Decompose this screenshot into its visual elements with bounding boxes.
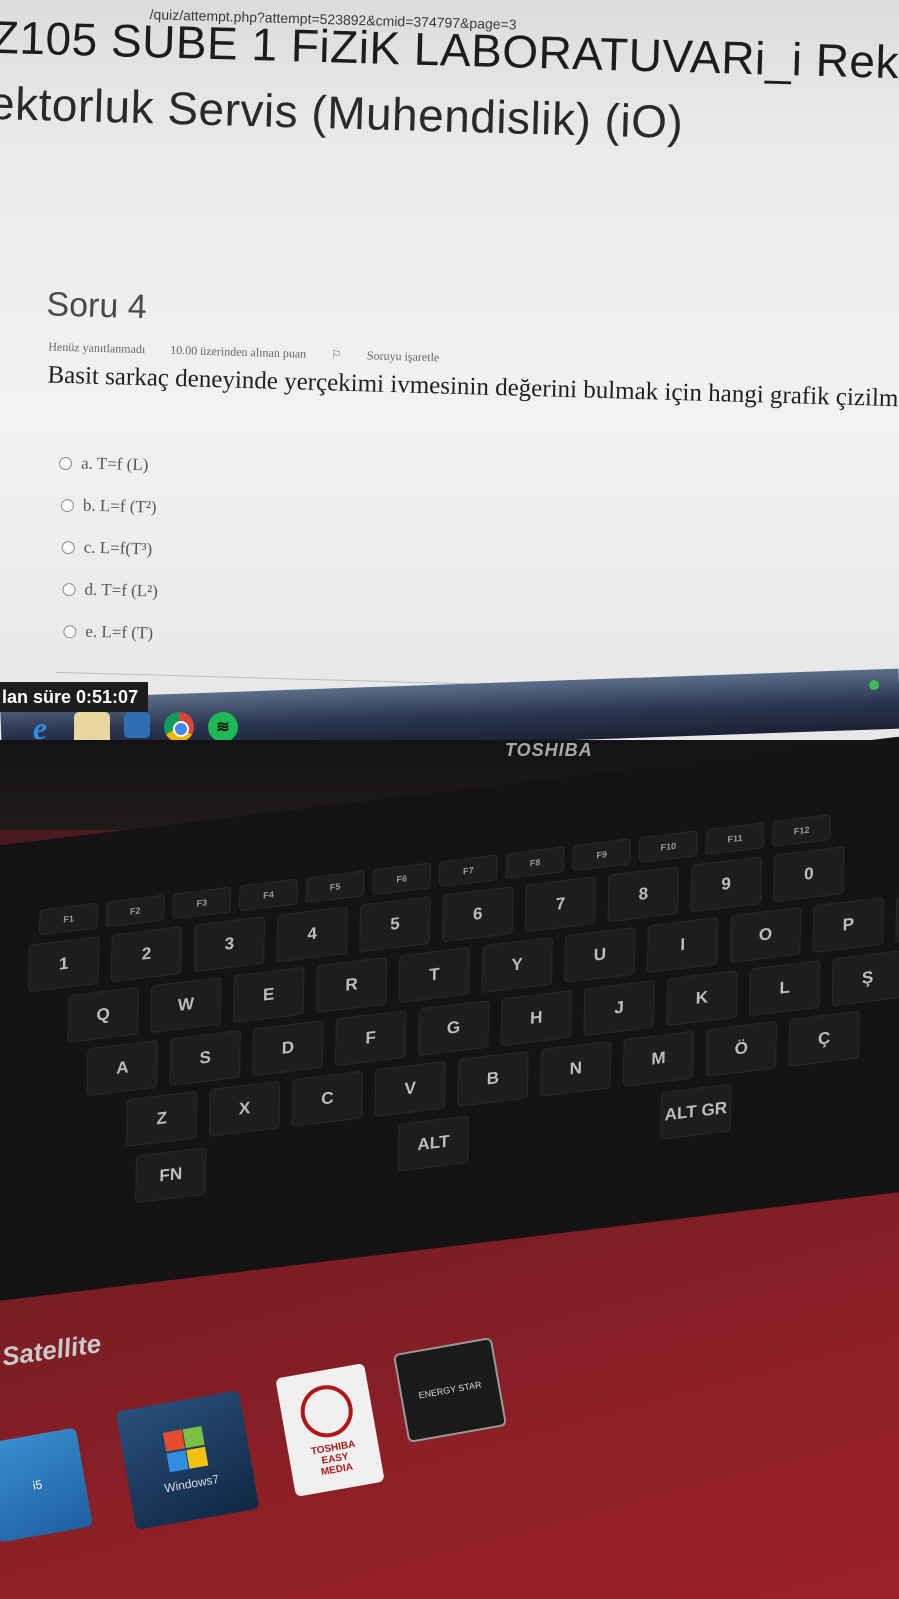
key-b[interactable]: B bbox=[457, 1050, 529, 1107]
disc-icon bbox=[296, 1380, 357, 1441]
answer-option-label: a. T=f (L) bbox=[80, 453, 149, 475]
windows7-sticker: Windows7 bbox=[115, 1390, 260, 1530]
key-alt-gr[interactable]: ALT GR bbox=[660, 1083, 732, 1140]
key-8[interactable]: 8 bbox=[607, 866, 680, 923]
energy-star-sticker: ENERGY STAR bbox=[392, 1337, 508, 1443]
timer-label: lan süre bbox=[2, 686, 72, 707]
question-status: Henüz yanıtlanmadı bbox=[48, 339, 146, 357]
key-7[interactable]: 7 bbox=[524, 876, 597, 933]
key-f9[interactable]: F9 bbox=[572, 838, 632, 872]
question-marks: 10.00 üzerinden alınan puan bbox=[170, 342, 307, 361]
key-9[interactable]: 9 bbox=[690, 856, 762, 913]
answer-option-e[interactable]: e. L=f (T) bbox=[63, 610, 158, 655]
question-text: Basit sarkaç deneyinde yerçekimi ivmesin… bbox=[47, 361, 899, 413]
question-number: Soru 4 bbox=[45, 285, 148, 327]
answer-option-b[interactable]: b. L=f (T²) bbox=[60, 484, 161, 529]
key-f12[interactable]: F12 bbox=[772, 814, 832, 848]
flag-icon: ⚐ bbox=[330, 347, 343, 362]
answer-option-label: d. T=f (L²) bbox=[84, 579, 159, 601]
energy-star-text: ENERGY STAR bbox=[417, 1379, 483, 1401]
answer-option-a[interactable]: a. T=f (L) bbox=[58, 442, 163, 487]
key-q[interactable]: Q bbox=[67, 986, 139, 1044]
key-d[interactable]: D bbox=[252, 1020, 324, 1077]
intel-sticker-text: i5 bbox=[31, 1477, 44, 1493]
key-f8[interactable]: F8 bbox=[505, 846, 565, 880]
key-x[interactable]: X bbox=[208, 1080, 281, 1137]
key-f10[interactable]: F10 bbox=[638, 830, 698, 864]
key-alt[interactable]: ALT bbox=[397, 1115, 470, 1172]
key-r[interactable]: R bbox=[315, 956, 388, 1014]
answer-option-label: e. L=f (T) bbox=[85, 621, 154, 643]
key-f11[interactable]: F11 bbox=[705, 822, 765, 856]
radio-button[interactable] bbox=[62, 582, 76, 596]
key-ş[interactable]: Ş bbox=[831, 950, 899, 1007]
key-5[interactable]: 5 bbox=[359, 896, 431, 953]
key-g[interactable]: G bbox=[417, 1000, 490, 1057]
key-m[interactable]: M bbox=[622, 1030, 695, 1087]
radio-button[interactable] bbox=[63, 624, 77, 638]
answer-option-d[interactable]: d. T=f (L²) bbox=[62, 568, 159, 613]
key-f[interactable]: F bbox=[334, 1010, 407, 1067]
radio-button[interactable] bbox=[58, 456, 73, 470]
key-v[interactable]: V bbox=[374, 1060, 446, 1117]
windows-logo-icon bbox=[162, 1425, 209, 1473]
key-k[interactable]: K bbox=[666, 970, 738, 1027]
key-w[interactable]: W bbox=[150, 976, 222, 1034]
key-ö[interactable]: Ö bbox=[705, 1020, 778, 1077]
key-z[interactable]: Z bbox=[126, 1090, 198, 1147]
key-f6[interactable]: F6 bbox=[372, 862, 432, 896]
flag-question-label: Soruyu işaretle bbox=[366, 348, 440, 365]
key-f7[interactable]: F7 bbox=[438, 854, 498, 888]
key-p[interactable]: P bbox=[812, 896, 885, 954]
key-f4[interactable]: F4 bbox=[238, 878, 299, 912]
course-title-line2: ektorluk Servis (Muhendislik) (iO) bbox=[0, 76, 684, 149]
key-e[interactable]: E bbox=[232, 966, 305, 1024]
windows7-sticker-text: Windows7 bbox=[163, 1471, 221, 1496]
key-y[interactable]: Y bbox=[481, 936, 553, 994]
key-l[interactable]: L bbox=[748, 960, 821, 1017]
spotify-icon[interactable]: ≋ bbox=[208, 712, 238, 742]
key-f3[interactable]: F3 bbox=[172, 886, 232, 920]
key-u[interactable]: U bbox=[564, 926, 636, 984]
key-f2[interactable]: F2 bbox=[105, 894, 165, 928]
key-f5[interactable]: F5 bbox=[305, 870, 365, 904]
answer-option-label: b. L=f (T²) bbox=[82, 495, 157, 517]
timer-value: 0:51:07 bbox=[76, 686, 139, 707]
radio-button[interactable] bbox=[61, 540, 75, 554]
tray-status-icon[interactable] bbox=[869, 680, 879, 690]
radio-button[interactable] bbox=[60, 498, 75, 512]
answer-option-label: c. L=f(T³) bbox=[83, 537, 153, 559]
laptop-screen: /quiz/attempt.php?attempt=523892&cmid=37… bbox=[0, 0, 899, 760]
key-a[interactable]: A bbox=[86, 1040, 159, 1097]
key-6[interactable]: 6 bbox=[441, 886, 514, 943]
key-1[interactable]: 1 bbox=[27, 936, 100, 993]
key-f1[interactable]: F1 bbox=[39, 902, 99, 936]
key-i[interactable]: I bbox=[646, 916, 719, 974]
media-player-icon[interactable] bbox=[124, 712, 150, 738]
flag-question-link[interactable]: ⚐ Soruyu işaretle bbox=[331, 347, 461, 365]
key-3[interactable]: 3 bbox=[193, 916, 266, 973]
key-fn[interactable]: FN bbox=[135, 1147, 207, 1204]
key-0[interactable]: 0 bbox=[773, 846, 845, 903]
key-s[interactable]: S bbox=[169, 1030, 241, 1087]
toshiba-brand-logo: TOSHIBA bbox=[505, 740, 593, 760]
key-ğ[interactable]: Ğ bbox=[895, 886, 899, 944]
key-ç[interactable]: Ç bbox=[788, 1010, 860, 1067]
chrome-icon[interactable] bbox=[164, 712, 194, 742]
quiz-page: /quiz/attempt.php?attempt=523892&cmid=37… bbox=[0, 0, 899, 727]
answer-option-c[interactable]: c. L=f(T³) bbox=[61, 526, 160, 571]
key-c[interactable]: C bbox=[291, 1070, 364, 1127]
key-o[interactable]: O bbox=[729, 906, 802, 964]
key-h[interactable]: H bbox=[500, 990, 573, 1047]
key-n[interactable]: N bbox=[539, 1040, 612, 1097]
key-2[interactable]: 2 bbox=[110, 926, 183, 983]
key-t[interactable]: T bbox=[398, 946, 471, 1004]
key-4[interactable]: 4 bbox=[276, 906, 348, 963]
key-j[interactable]: J bbox=[583, 980, 655, 1037]
quiz-timer: lan süre 0:51:07 bbox=[0, 682, 148, 712]
answer-options: a. T=f (L) b. L=f (T²) c. L=f(T³) d. T=f… bbox=[54, 442, 162, 655]
